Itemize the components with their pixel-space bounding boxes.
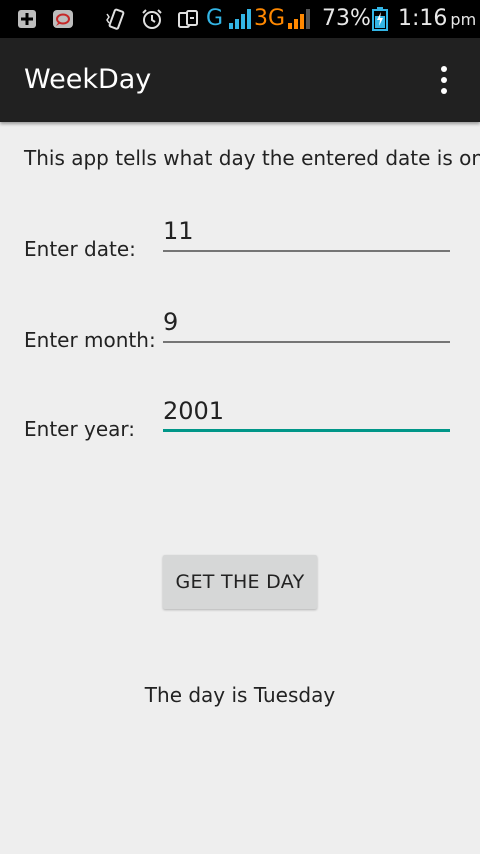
add-notification-icon [16, 8, 38, 30]
clock: 1:16 pm [398, 4, 476, 34]
signal-icon [228, 8, 252, 30]
overflow-menu-icon[interactable] [428, 64, 460, 96]
signal-icon [287, 8, 311, 30]
result-text: The day is Tuesday [144, 683, 336, 707]
app-bar: WeekDay [0, 38, 480, 122]
date-input[interactable] [163, 212, 450, 252]
alarm-icon [140, 8, 164, 30]
app-title: WeekDay [24, 64, 152, 95]
network-type-g: G [206, 6, 224, 31]
get-the-day-button[interactable]: GET THE DAY [163, 555, 317, 609]
year-input[interactable] [163, 392, 450, 432]
year-label: Enter year: [24, 417, 136, 441]
date-label: Enter date: [24, 237, 136, 261]
vibrate-icon [104, 8, 128, 30]
month-label: Enter month: [24, 328, 156, 352]
network-type-3g: 3G [254, 6, 286, 31]
intro-text: This app tells what day the entered date… [24, 146, 480, 170]
chat-notification-icon [52, 8, 74, 30]
month-input[interactable] [163, 303, 450, 343]
data-transfer-icon [176, 8, 200, 30]
clock-time: 1:16 [398, 6, 448, 31]
clock-suffix: pm [450, 10, 477, 29]
status-bar: G 3G 73% 1:16 pm [0, 0, 480, 38]
battery-percent: 73% [322, 6, 371, 31]
battery-icon [371, 7, 389, 31]
